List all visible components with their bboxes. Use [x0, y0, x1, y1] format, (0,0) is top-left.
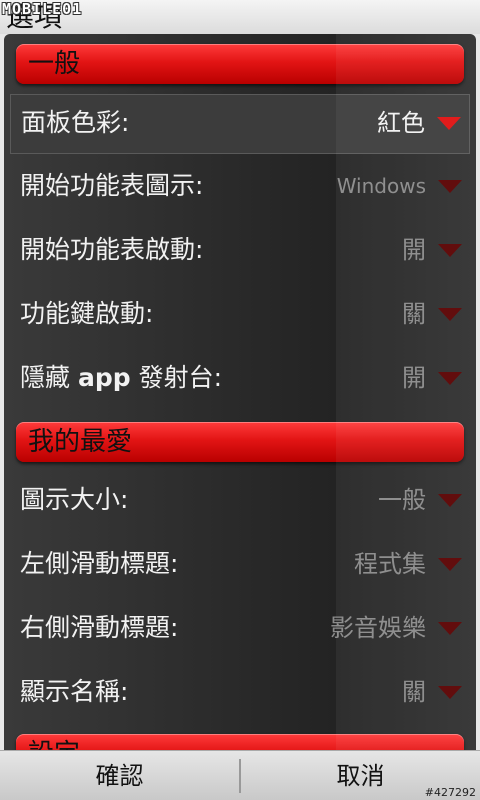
setting-row-hide-app-launcher[interactable]: 隱藏 app 發射台: 開 [10, 350, 470, 410]
setting-value: 影音娛樂 [330, 614, 426, 642]
setting-label: 面板色彩: [21, 108, 130, 137]
setting-value: 開 [402, 364, 426, 392]
section-title: 一般 [28, 49, 81, 79]
section-title: 設定 [28, 738, 80, 750]
dropdown-arrow-icon[interactable] [438, 244, 462, 257]
setting-value: 程式集 [354, 550, 426, 578]
image-tag: #427292 [424, 786, 476, 799]
setting-label: 顯示名稱: [20, 677, 129, 706]
setting-row-function-key-launch[interactable]: 功能鍵啟動: 關 [10, 286, 470, 346]
confirm-button[interactable]: 確認 [0, 751, 239, 800]
setting-row-panel-color[interactable]: 面板色彩: 紅色 [10, 94, 470, 154]
setting-row-icon-size[interactable]: 圖示大小: 一般 [10, 472, 470, 532]
setting-value: 關 [402, 678, 426, 706]
softkey-bar: 確認 取消 #427292 [0, 750, 480, 800]
setting-value: Windows [336, 174, 426, 198]
options-screen: 選項 MOBILE01 一般 面板色彩: 紅色 開始功能表圖示: Windows… [0, 0, 480, 800]
setting-value: 一般 [378, 486, 426, 514]
watermark-logo: MOBILE01 [2, 0, 83, 18]
setting-label: 圖示大小: [20, 485, 129, 514]
title-bar: 選項 MOBILE01 [0, 0, 480, 34]
setting-value: 開 [402, 236, 426, 264]
section-header-favorites: 我的最愛 [16, 422, 464, 462]
setting-label: 右側滑動標題: [20, 613, 179, 642]
section-header-settings: 設定 [16, 734, 464, 750]
dropdown-arrow-icon[interactable] [438, 686, 462, 699]
setting-label: 隱藏 app 發射台: [20, 363, 222, 392]
dropdown-arrow-icon[interactable] [437, 117, 461, 130]
setting-label: 功能鍵啟動: [20, 299, 154, 328]
section-header-general: 一般 [16, 44, 464, 84]
setting-row-show-names[interactable]: 顯示名稱: 關 [10, 664, 470, 724]
setting-row-start-menu-launch[interactable]: 開始功能表啟動: 開 [10, 222, 470, 282]
dropdown-arrow-icon[interactable] [438, 180, 462, 193]
setting-label: 開始功能表啟動: [20, 235, 204, 264]
dropdown-arrow-icon[interactable] [438, 308, 462, 321]
setting-label: 開始功能表圖示: [20, 171, 204, 200]
setting-row-start-menu-icon[interactable]: 開始功能表圖示: Windows [10, 158, 470, 218]
dropdown-arrow-icon[interactable] [438, 372, 462, 385]
setting-value: 關 [402, 300, 426, 328]
setting-row-left-swipe-title[interactable]: 左側滑動標題: 程式集 [10, 536, 470, 596]
dropdown-arrow-icon[interactable] [438, 622, 462, 635]
setting-row-right-swipe-title[interactable]: 右側滑動標題: 影音娛樂 [10, 600, 470, 660]
setting-label: 左側滑動標題: [20, 549, 179, 578]
options-panel[interactable]: 一般 面板色彩: 紅色 開始功能表圖示: Windows 開始功能表啟動: 開 … [4, 34, 476, 750]
dropdown-arrow-icon[interactable] [438, 558, 462, 571]
setting-value: 紅色 [377, 109, 425, 137]
dropdown-arrow-icon[interactable] [438, 494, 462, 507]
section-title: 我的最愛 [28, 427, 133, 457]
